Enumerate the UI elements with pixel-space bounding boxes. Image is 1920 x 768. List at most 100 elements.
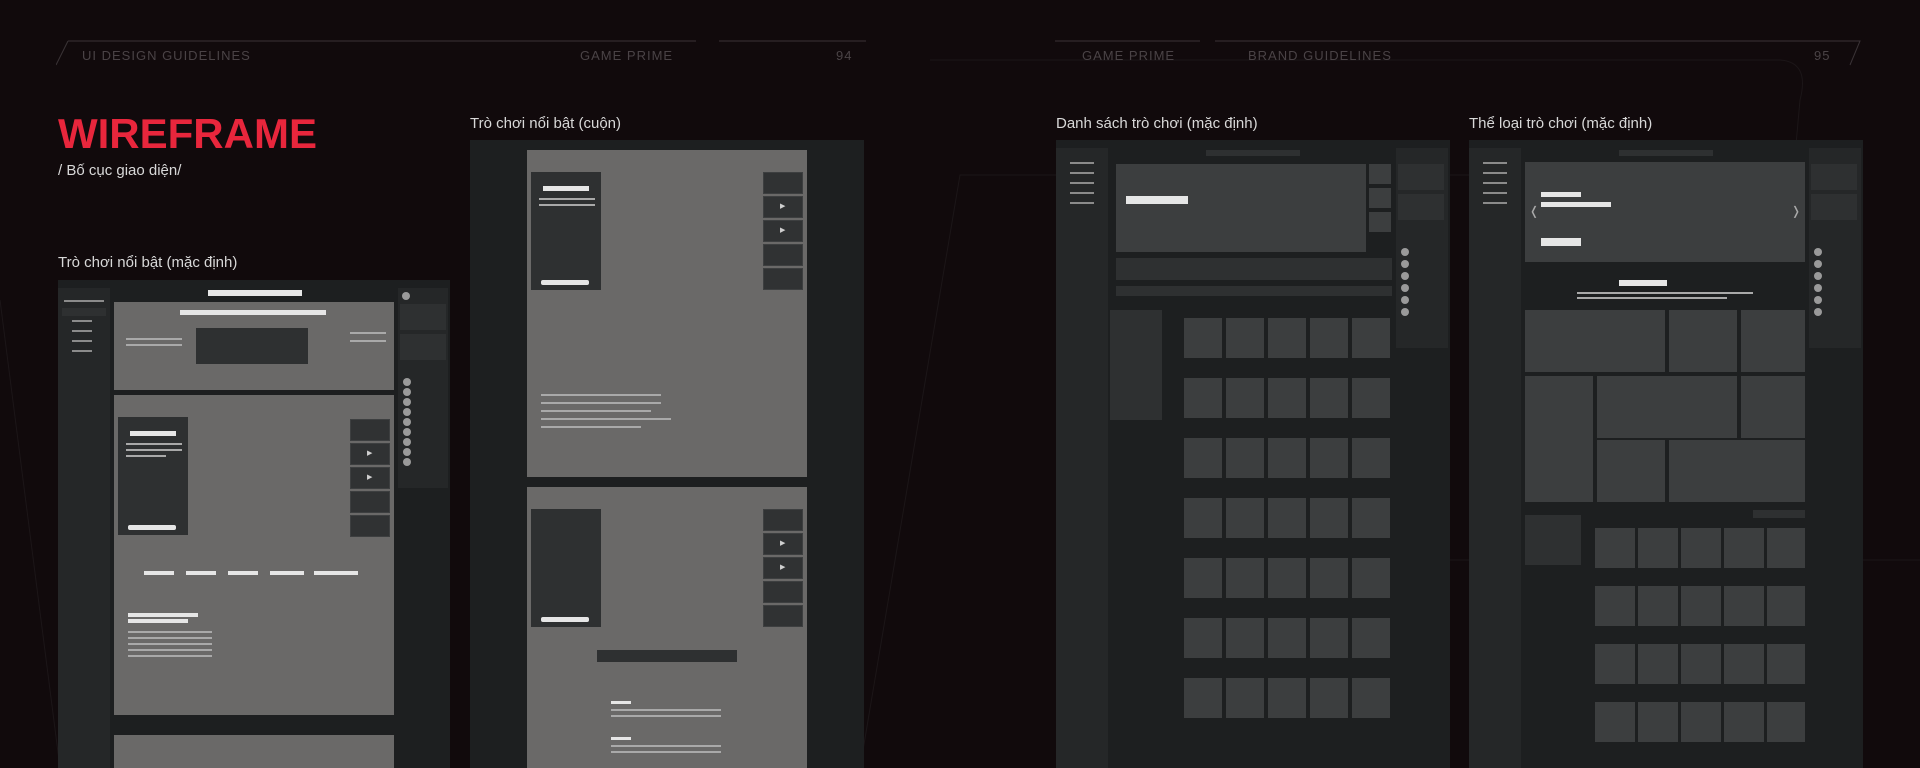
- play-button: [128, 525, 176, 530]
- sidebar-item: [1070, 202, 1094, 204]
- featured-panel: ▶ ▶: [114, 395, 394, 715]
- page-title: WIREFRAME: [58, 110, 317, 157]
- frame-label-game-list: Danh sách trò chơi (mặc định): [1056, 115, 1258, 132]
- game-tile: [1638, 528, 1678, 568]
- sidebar-item: [1070, 172, 1094, 174]
- game-tile: [1767, 528, 1805, 568]
- featured-tile: [1525, 376, 1593, 502]
- thumbnail: ▶: [350, 467, 390, 489]
- promo-card: [1398, 164, 1444, 190]
- sidebar: [1056, 148, 1108, 768]
- game-tile: [1638, 644, 1678, 684]
- play-icon: ▶: [780, 203, 786, 210]
- genre-desc: [1577, 297, 1727, 299]
- game-tile: [1184, 438, 1222, 478]
- banner-button: [1541, 238, 1581, 246]
- featured-tile: [1741, 376, 1805, 438]
- chevron-left-icon: ❬: [1529, 204, 1540, 218]
- game-tile: [1724, 644, 1764, 684]
- game-tile: [1184, 558, 1222, 598]
- featured-tile: [1525, 310, 1665, 372]
- game-tile: [1310, 618, 1348, 658]
- thumbnail: [350, 419, 390, 441]
- game-tile: [1352, 318, 1390, 358]
- page-number-right: 95: [1814, 48, 1831, 63]
- thumbnail: [763, 509, 803, 531]
- featured-tile: [1669, 310, 1737, 372]
- thumbnail: ▶: [763, 196, 803, 218]
- tab: [270, 571, 304, 575]
- thumbnail: [350, 491, 390, 513]
- hero-text: [350, 332, 386, 334]
- friend-avatar: [1814, 248, 1822, 256]
- logo: [64, 300, 104, 302]
- game-tile: [1724, 528, 1764, 568]
- wireframe-game-list: [1056, 140, 1450, 768]
- game-tile: [1268, 498, 1306, 538]
- section-heading: [128, 619, 188, 623]
- game-tile: [1724, 586, 1764, 626]
- section-heading: [128, 613, 198, 617]
- friend-avatar: [403, 438, 411, 446]
- header-section-label: UI DESIGN GUIDELINES: [82, 48, 251, 63]
- game-title: [130, 431, 176, 436]
- section-text: [128, 631, 212, 633]
- section-text: [611, 709, 721, 711]
- game-tile: [1226, 318, 1264, 358]
- thumbnail: [763, 268, 803, 290]
- game-desc: [126, 455, 166, 457]
- game-tile: [1638, 586, 1678, 626]
- game-tile: [1310, 558, 1348, 598]
- friend-avatar: [1814, 260, 1822, 268]
- section-heading: [611, 701, 631, 704]
- game-tile: [1184, 498, 1222, 538]
- section-text: [541, 418, 671, 420]
- thumbnail: [763, 581, 803, 603]
- game-desc: [126, 449, 182, 451]
- game-tile: [1595, 528, 1635, 568]
- game-tile: [1226, 378, 1264, 418]
- play-icon: ▶: [780, 564, 786, 571]
- page-subtitle: / Bố cục giao diện/: [58, 162, 182, 179]
- friend-avatar: [1814, 272, 1822, 280]
- genre-desc: [1577, 292, 1753, 294]
- game-tile: [1310, 318, 1348, 358]
- friend-avatar: [1401, 308, 1409, 316]
- play-icon: ▶: [780, 227, 786, 234]
- game-tile: [1184, 618, 1222, 658]
- friends-list: [398, 288, 448, 488]
- friends-list: [1809, 148, 1861, 348]
- hero-banner: [114, 302, 394, 390]
- thumbnail: [763, 605, 803, 627]
- friend-avatar: [1401, 272, 1409, 280]
- section-text: [611, 751, 721, 753]
- header-brand-label: GAME PRIME: [580, 48, 674, 63]
- thumbnail: [763, 244, 803, 266]
- sidebar-item: [72, 340, 92, 342]
- featured-tile: [1669, 440, 1805, 502]
- sidebar-item: [72, 320, 92, 322]
- hero-text: [126, 338, 182, 340]
- game-info-card: [531, 509, 601, 627]
- hero-banner: [1116, 164, 1366, 252]
- game-tile: [1226, 678, 1264, 718]
- game-tile: [1268, 678, 1306, 718]
- section-text: [128, 637, 212, 639]
- game-tile: [1681, 702, 1721, 742]
- game-tile: [1184, 678, 1222, 718]
- featured-panel-next: [114, 735, 394, 768]
- friend-avatar: [1401, 248, 1409, 256]
- sidebar-item: [62, 308, 106, 316]
- genre-title: [1619, 280, 1667, 286]
- game-tile: [1595, 702, 1635, 742]
- thumbnail: ▶: [763, 220, 803, 242]
- game-tile: [1226, 618, 1264, 658]
- section-text: [128, 649, 212, 651]
- friend-avatar: [1814, 284, 1822, 292]
- game-title: [543, 186, 589, 191]
- game-tile: [1226, 558, 1264, 598]
- sidebar-item: [72, 330, 92, 332]
- wireframe-game-genre: ❬ ❭: [1469, 140, 1863, 768]
- sticky-tabs: [597, 650, 737, 662]
- filter-panel: [1110, 310, 1162, 420]
